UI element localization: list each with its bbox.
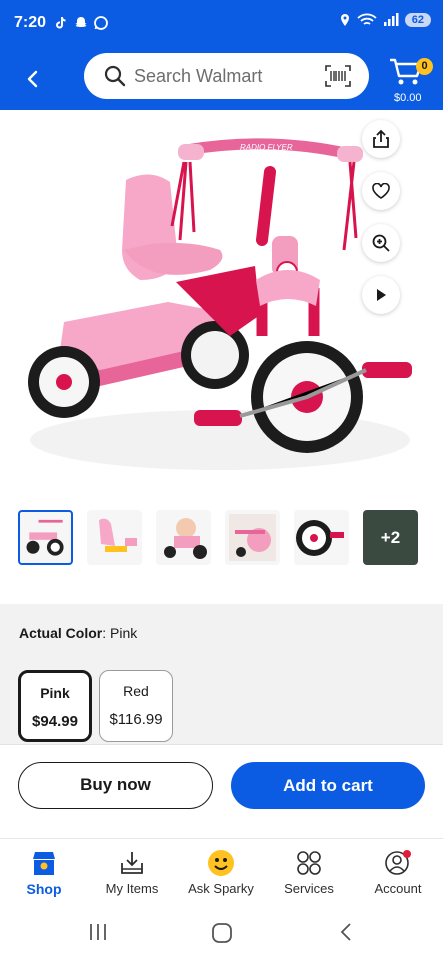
thumbnail-1[interactable] xyxy=(18,510,73,565)
nav-label: Ask Sparky xyxy=(188,881,254,896)
home-icon[interactable] xyxy=(211,922,233,944)
color-label-value: : Pink xyxy=(102,625,138,641)
share-icon xyxy=(373,129,389,148)
thumbnail-more[interactable]: +2 xyxy=(363,510,418,565)
color-label: Actual Color: Pink xyxy=(19,625,137,641)
zoom-button[interactable] xyxy=(362,224,400,262)
play-icon xyxy=(377,289,386,301)
status-time: 7:20 xyxy=(14,14,47,31)
thumbnail-strip: +2 xyxy=(18,510,418,565)
variant-red[interactable]: Red $116.99 xyxy=(99,670,173,742)
nav-label: My Items xyxy=(105,881,159,896)
status-bar: 7:20 62 xyxy=(0,0,443,48)
shop-icon xyxy=(33,852,55,875)
system-navigation-bar xyxy=(0,904,443,960)
nav-my-items[interactable]: My Items xyxy=(88,847,176,896)
location-icon xyxy=(340,14,349,26)
sparky-icon xyxy=(208,850,234,876)
thumbnail-2[interactable] xyxy=(87,510,142,565)
cart-count-badge: 0 xyxy=(416,58,433,75)
nav-label: Shop xyxy=(26,881,62,897)
bottom-navigation: Shop My Items Ask Sparky Services Accoun… xyxy=(0,838,443,904)
search-icon xyxy=(104,65,126,87)
nav-account[interactable]: Account xyxy=(354,847,442,896)
product-options: Actual Color: Pink Pink $94.99 Red $116.… xyxy=(0,604,443,744)
nav-services[interactable]: Services xyxy=(265,847,353,896)
thumbnail-3[interactable] xyxy=(156,510,211,565)
handlebar-brand-text: RADIO FLYER xyxy=(240,143,293,152)
app-header: Search Walmart 0 $0.00 xyxy=(0,48,443,110)
variant-name: Pink xyxy=(40,685,70,701)
status-system-icons: 62 xyxy=(339,13,431,27)
search-bar[interactable]: Search Walmart xyxy=(84,53,369,99)
thumbnail-4[interactable] xyxy=(225,510,280,565)
zoom-in-icon xyxy=(372,234,390,252)
nav-label: Services xyxy=(284,881,334,896)
cart-total: $0.00 xyxy=(394,92,422,104)
nav-ask-sparky[interactable]: Ask Sparky xyxy=(177,847,265,896)
whatsapp-icon xyxy=(94,16,108,30)
add-to-cart-button[interactable]: Add to cart xyxy=(231,762,425,809)
play-video-button[interactable] xyxy=(362,276,400,314)
back-arrow-icon[interactable] xyxy=(20,65,48,93)
signal-icon xyxy=(383,13,399,26)
buy-now-button[interactable]: Buy now xyxy=(18,762,213,809)
search-input[interactable]: Search Walmart xyxy=(134,66,262,87)
status-notification-icons xyxy=(53,15,109,31)
share-button[interactable] xyxy=(362,120,400,158)
wifi-icon xyxy=(357,13,377,25)
image-action-buttons xyxy=(362,120,400,314)
battery-indicator: 62 xyxy=(404,13,431,27)
nav-shop[interactable]: Shop xyxy=(0,847,88,897)
snapchat-icon xyxy=(75,17,87,27)
recent-apps-icon[interactable] xyxy=(88,922,108,942)
variant-price: $116.99 xyxy=(109,711,163,728)
color-label-title: Actual Color xyxy=(19,625,103,641)
heart-icon xyxy=(372,183,390,199)
tiktok-icon xyxy=(56,16,66,29)
system-back-icon[interactable] xyxy=(337,922,357,942)
variant-name: Red xyxy=(123,683,149,699)
favorite-button[interactable] xyxy=(362,172,400,210)
purchase-actions: Buy now Add to cart xyxy=(0,744,443,840)
barcode-scan-icon[interactable] xyxy=(325,65,351,87)
variant-price: $94.99 xyxy=(32,713,78,730)
nav-label: Account xyxy=(374,881,422,896)
my-items-icon xyxy=(121,852,143,874)
cart-button[interactable]: 0 $0.00 xyxy=(388,54,436,104)
services-icon xyxy=(297,851,321,875)
variant-pink[interactable]: Pink $94.99 xyxy=(18,670,92,742)
account-icon xyxy=(385,850,411,875)
thumbnail-5[interactable] xyxy=(294,510,349,565)
